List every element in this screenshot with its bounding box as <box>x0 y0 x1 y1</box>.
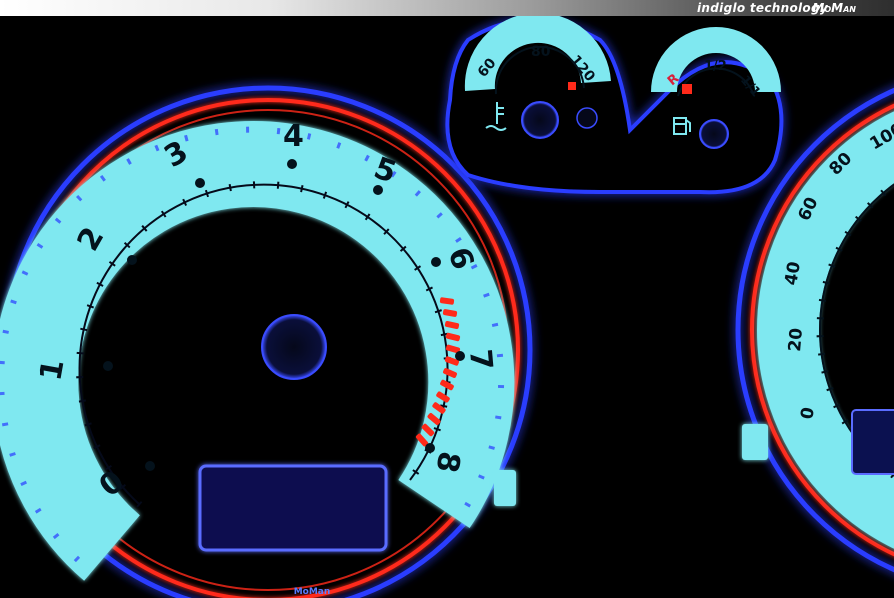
speed-label-40: 40 <box>781 260 805 287</box>
fuel-reserve-marker <box>682 84 692 94</box>
banner-brand: MoMan <box>812 1 856 15</box>
speedometer-trip-display <box>851 409 894 475</box>
fuel-needle-hub <box>699 119 729 149</box>
maker-mark: MoMan <box>294 587 331 597</box>
temp-label-80: 80 <box>531 44 551 60</box>
temp-needle-hub <box>521 101 559 139</box>
tach-label-7: 7 <box>462 348 499 372</box>
speed-label-20: 20 <box>785 327 807 352</box>
fuel-label-half: 1/2 <box>704 59 727 74</box>
banner-text: indiglo technology <box>697 1 828 15</box>
temp-reset-knob <box>576 107 598 129</box>
header-banner: indiglo technology MoMan <box>0 0 894 16</box>
tachometer-needle-hub <box>261 314 327 380</box>
panel-glow-accents <box>494 424 768 506</box>
instrument-cluster: 0 1 2 3 4 5 6 7 8 MoMan 60 80 120 R 1/2 … <box>0 16 894 598</box>
odometer-display <box>198 464 388 552</box>
tach-label-4: 4 <box>283 119 304 154</box>
temp-redline-marker <box>568 82 576 90</box>
tachometer: 0 1 2 3 4 5 6 7 8 MoMan <box>0 85 533 598</box>
